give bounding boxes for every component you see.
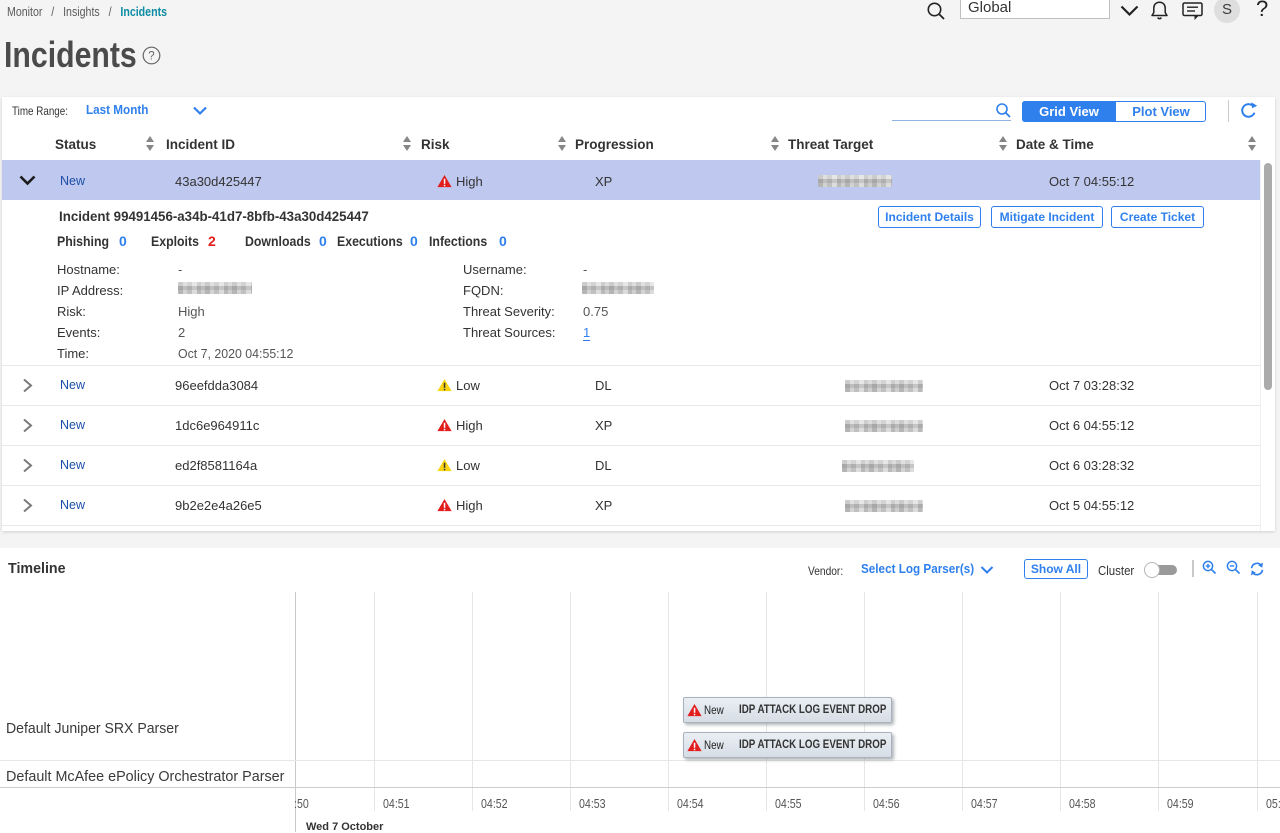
svg-text:?: ?: [148, 51, 154, 63]
